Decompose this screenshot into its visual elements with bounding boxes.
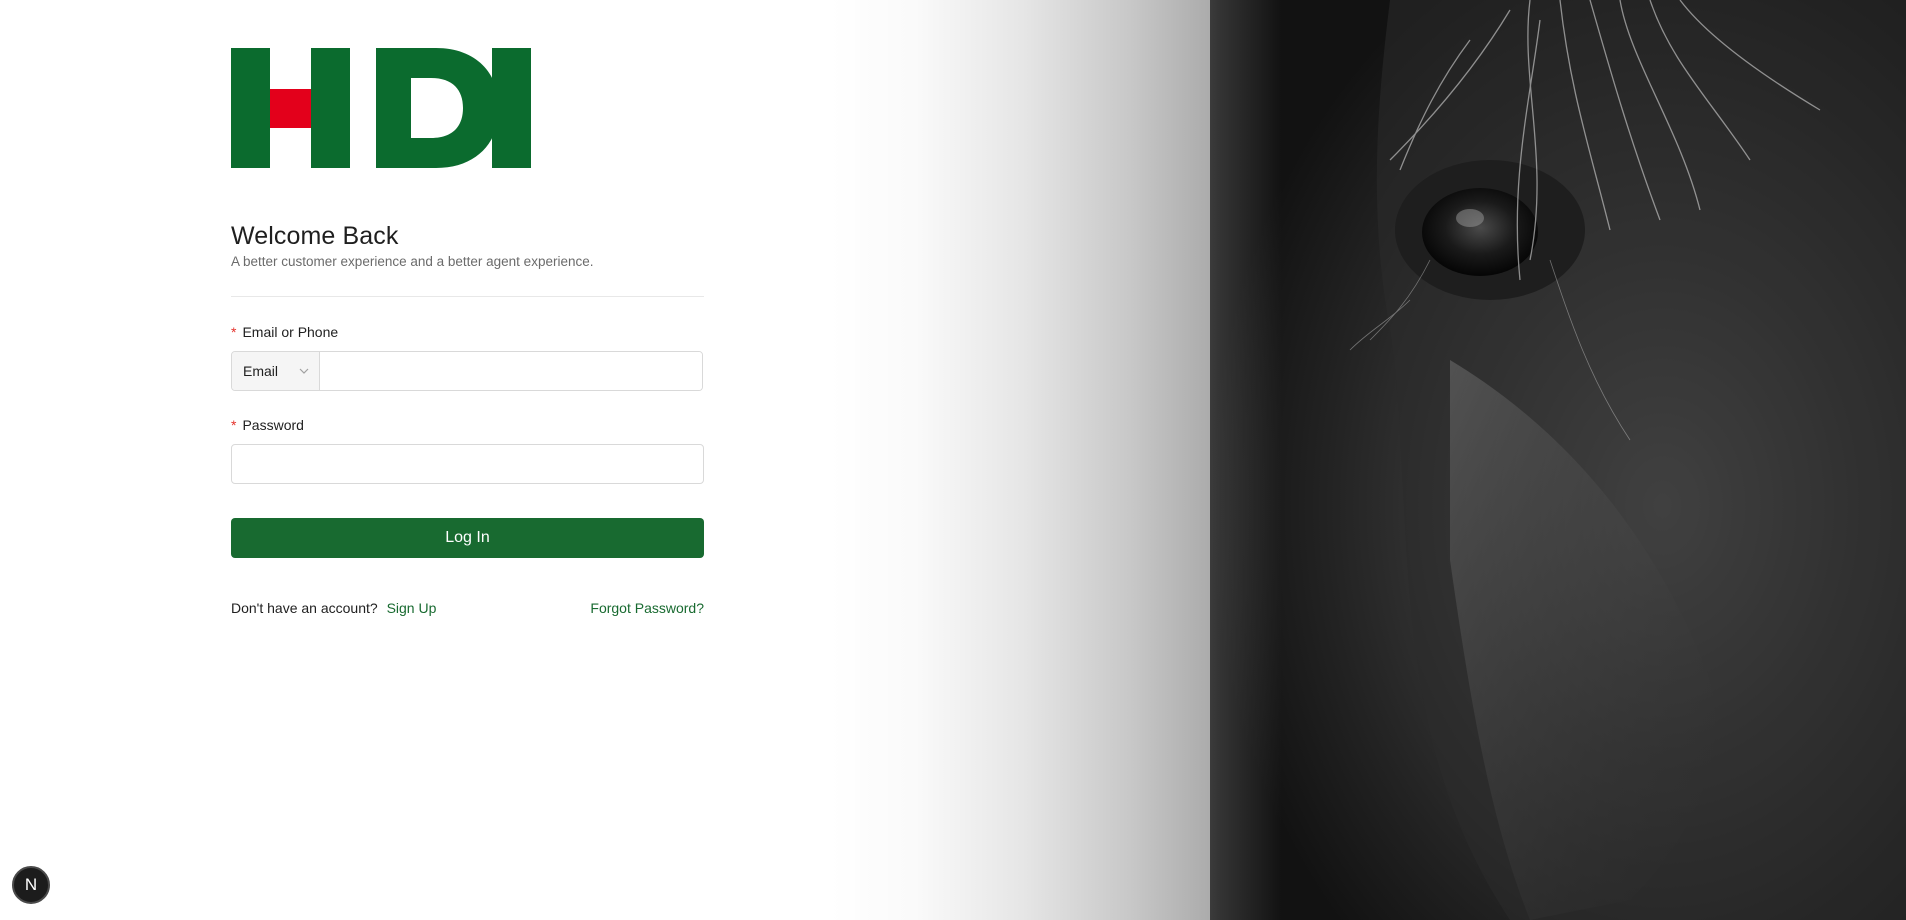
password-field-group: * Password: [231, 416, 704, 484]
contact-type-select[interactable]: Email: [232, 352, 320, 390]
contact-type-value: Email: [243, 363, 279, 379]
signup-prompt: Don't have an account? Sign Up: [231, 599, 436, 617]
email-input-group: Email: [231, 351, 703, 391]
welcome-subtitle: A better customer experience and a bette…: [231, 254, 594, 269]
hdi-logo: [231, 48, 531, 168]
auth-footer-links: Don't have an account? Sign Up Forgot Pa…: [231, 599, 704, 617]
login-panel: Welcome Back A better customer experienc…: [231, 48, 704, 617]
no-account-text: Don't have an account?: [231, 600, 378, 616]
welcome-header: Welcome Back A better customer experienc…: [231, 221, 704, 271]
chevron-down-icon: [299, 366, 309, 376]
login-button[interactable]: Log In: [231, 518, 704, 558]
welcome-title: Welcome Back: [231, 222, 399, 250]
email-label-text: Email or Phone: [242, 324, 339, 340]
forgot-password-link[interactable]: Forgot Password?: [590, 599, 704, 617]
signup-link[interactable]: Sign Up: [387, 600, 437, 616]
password-label-text: Password: [242, 417, 304, 433]
email-field-group: * Email or Phone Email: [231, 323, 704, 391]
dev-tools-badge[interactable]: N: [12, 866, 50, 904]
required-mark: *: [231, 417, 237, 433]
password-label: * Password: [231, 416, 704, 434]
password-input[interactable]: [231, 444, 704, 484]
header-divider: [231, 296, 704, 297]
email-label: * Email or Phone: [231, 323, 704, 341]
required-mark: *: [231, 324, 237, 340]
hero-image-panel: [830, 0, 1906, 920]
login-page: Welcome Back A better customer experienc…: [0, 0, 1906, 920]
horse-photo: [830, 0, 1906, 920]
email-input[interactable]: [320, 352, 702, 390]
